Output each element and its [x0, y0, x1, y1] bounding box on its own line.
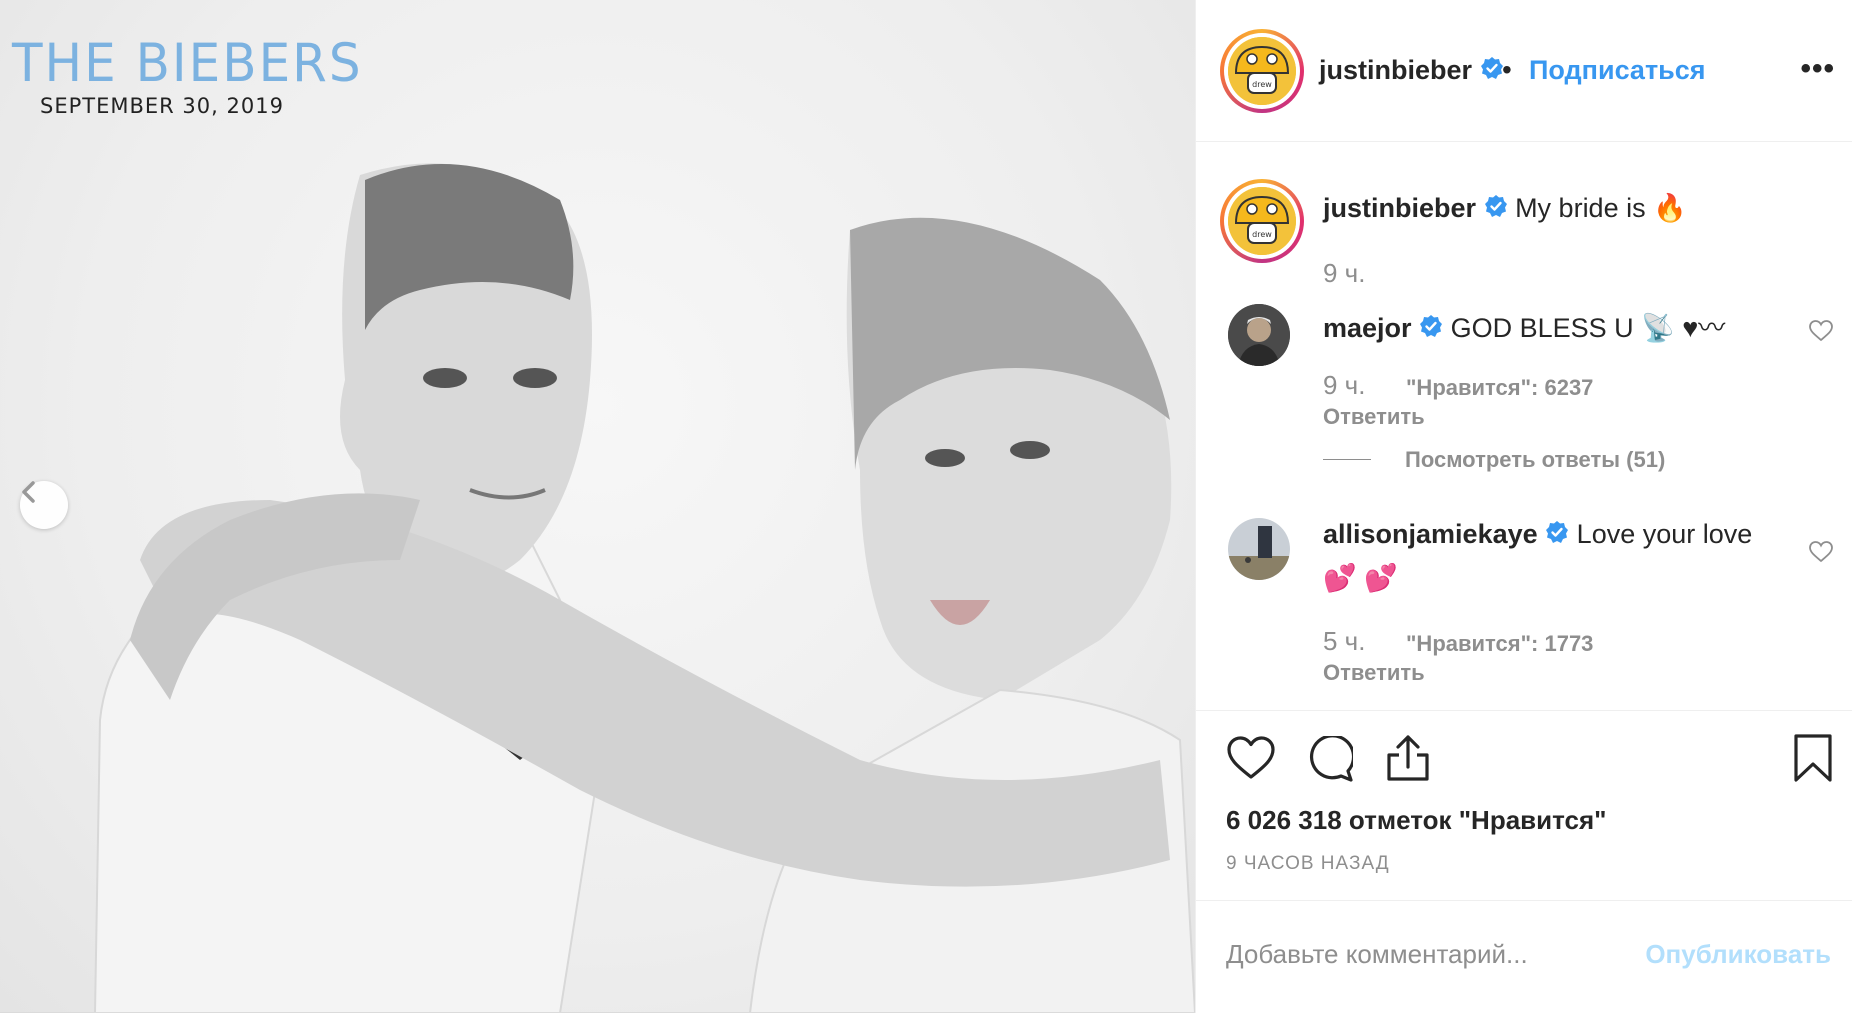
comment-maejor: maejor GOD BLESS U 📡 ♥〰 [1323, 306, 1725, 345]
post-sidebar: drew justinbieber • Подписаться ••• drew… [1195, 0, 1852, 1013]
comment-input[interactable] [1226, 929, 1646, 979]
like-comment-heart-icon[interactable] [1809, 541, 1833, 568]
post-time[interactable]: 9 ЧАСОВ НАЗАД [1226, 853, 1390, 875]
comment-avatar-allisonjamiekaye[interactable] [1228, 518, 1290, 580]
author-avatar[interactable]: drew [1220, 29, 1304, 113]
comment-likes[interactable]: "Нравится": 1773 [1406, 631, 1593, 657]
photo-silhouettes [94, 163, 1195, 1012]
replies-divider [1323, 459, 1371, 460]
prev-photo-button[interactable] [20, 481, 68, 529]
heart-icon[interactable] [1227, 736, 1275, 785]
caption-time[interactable]: 9 ч. [1323, 258, 1365, 289]
share-icon[interactable] [1385, 733, 1431, 788]
more-options-button[interactable]: ••• [1800, 52, 1835, 86]
verified-badge-icon [1480, 56, 1504, 87]
comment-text: Love your love [1576, 519, 1753, 549]
mushroom-avatar-image: drew [1228, 187, 1296, 255]
header-username[interactable]: justinbieber [1319, 55, 1504, 87]
verified-badge-icon [1484, 194, 1508, 225]
like-comment-heart-icon[interactable] [1809, 320, 1833, 347]
comment-allisonjamiekaye: allisonjamiekaye Love your love [1323, 519, 1752, 551]
comment-time[interactable]: 9 ч. [1323, 370, 1365, 401]
svg-text:drew: drew [1252, 80, 1272, 89]
post-header: drew justinbieber • Подписаться ••• [1196, 0, 1852, 142]
post-photo[interactable]: THE BIEBERS SEPTEMBER 30, 2019 [0, 0, 1195, 1013]
reply-button[interactable]: Ответить [1323, 404, 1425, 430]
comment-likes[interactable]: "Нравится": 6237 [1406, 375, 1593, 401]
reply-button[interactable]: Ответить [1323, 660, 1425, 686]
comment-time[interactable]: 5 ч. [1323, 626, 1365, 657]
photo-date: SEPTEMBER 30, 2019 [40, 94, 284, 118]
verified-badge-icon [1545, 520, 1569, 551]
likes-count[interactable]: 6 026 318 отметок "Нравится" [1226, 805, 1606, 836]
header-separator: • [1502, 54, 1512, 85]
comment-avatar-maejor[interactable] [1228, 304, 1290, 366]
caption-text: My bride is 🔥 [1515, 193, 1687, 223]
comments-list[interactable]: drew justinbieber My bride is 🔥 9 ч. mae… [1196, 142, 1852, 710]
photo-title: THE BIEBERS [12, 32, 363, 94]
follow-button[interactable]: Подписаться [1529, 55, 1706, 86]
publish-button[interactable]: Опубликовать [1645, 939, 1831, 970]
post-actions: 6 026 318 отметок "Нравится" 9 ЧАСОВ НАЗ… [1196, 710, 1852, 900]
comment-username[interactable]: allisonjamiekaye [1323, 519, 1538, 549]
comment-icon[interactable] [1307, 734, 1356, 787]
add-comment-bar: Опубликовать [1196, 900, 1852, 1013]
svg-text:drew: drew [1252, 230, 1272, 239]
caption-author-avatar[interactable]: drew [1220, 179, 1304, 263]
view-replies-button[interactable]: Посмотреть ответы (51) [1405, 447, 1665, 473]
comment-text: GOD BLESS U 📡 ♥〰 [1450, 313, 1726, 343]
verified-badge-icon [1419, 314, 1443, 345]
caption: justinbieber My bride is 🔥 [1323, 192, 1687, 225]
more-icon: ••• [1800, 52, 1835, 85]
comment-username[interactable]: maejor [1323, 313, 1412, 343]
caption-username[interactable]: justinbieber [1323, 193, 1476, 223]
mushroom-avatar-image: drew [1228, 37, 1296, 105]
bookmark-icon[interactable] [1793, 733, 1833, 788]
comment-text-continued: 💕 💕 [1323, 563, 1398, 593]
